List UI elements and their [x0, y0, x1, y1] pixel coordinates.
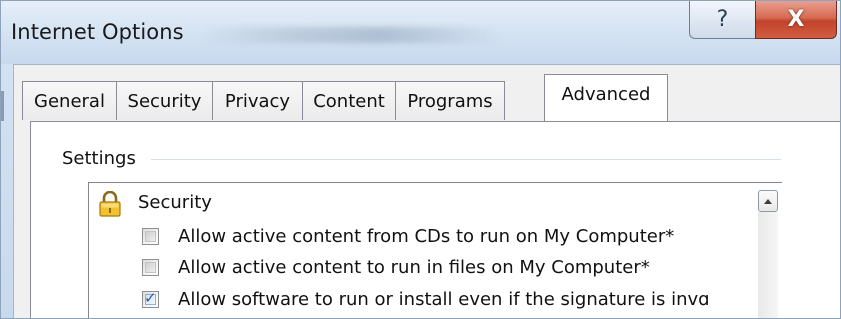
window-edge — [1, 91, 4, 121]
close-icon: X — [787, 7, 805, 32]
title-bar[interactable]: Internet Options ? X — [1, 1, 840, 64]
setting-checkbox-checked[interactable]: ✓ — [142, 289, 159, 308]
tab-advanced[interactable]: Advanced — [544, 74, 668, 121]
tab-label: Privacy — [224, 90, 291, 112]
scrollbar-track[interactable] — [758, 212, 778, 318]
tab-label: General — [34, 90, 105, 112]
lock-icon — [99, 191, 121, 217]
help-button[interactable]: ? — [689, 1, 756, 39]
arrow-up-icon — [764, 198, 772, 204]
blurred-background-text — [201, 27, 501, 43]
tab-label: Programs — [407, 90, 493, 112]
tab-label: Advanced — [561, 84, 651, 105]
tab-content[interactable]: Content — [302, 81, 396, 120]
close-button[interactable]: X — [755, 1, 837, 39]
tab-security[interactable]: Security — [116, 81, 213, 120]
setting-checkbox[interactable] — [142, 259, 159, 276]
category-label: Security — [138, 192, 212, 213]
setting-label: Allow active content to run in files on … — [178, 257, 650, 278]
setting-label: Allow software to run or install even if… — [178, 289, 710, 310]
checkmark-icon: ✓ — [144, 289, 157, 307]
tab-label: Security — [127, 90, 202, 112]
setting-checkbox[interactable] — [142, 228, 159, 245]
internet-options-window: Internet Options ? X General Security Pr… — [0, 0, 841, 319]
setting-label: Allow active content from CDs to run on … — [178, 226, 675, 247]
settings-group-label: Settings — [62, 148, 142, 169]
settings-group-divider — [151, 159, 781, 160]
help-icon: ? — [716, 7, 729, 32]
tab-privacy[interactable]: Privacy — [212, 81, 303, 120]
scroll-up-button[interactable] — [758, 190, 778, 212]
tab-programs[interactable]: Programs — [395, 81, 505, 120]
window-title: Internet Options — [11, 20, 184, 44]
tab-label: Content — [313, 90, 385, 112]
tab-general[interactable]: General — [22, 81, 117, 120]
